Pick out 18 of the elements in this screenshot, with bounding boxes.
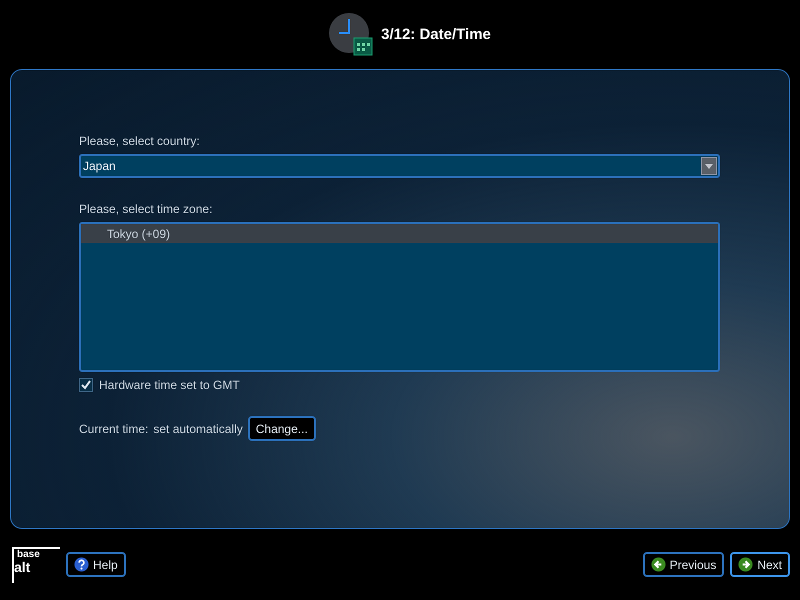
change-button[interactable]: Change...	[248, 416, 316, 441]
gmt-checkbox[interactable]	[79, 378, 93, 392]
country-dropdown[interactable]: Japan	[79, 154, 720, 178]
page-title: 3/12: Date/Time	[381, 26, 491, 43]
help-button[interactable]: Help	[66, 552, 126, 577]
gmt-label: Hardware time set to GMT	[99, 378, 240, 392]
check-icon	[81, 380, 91, 390]
help-icon	[74, 557, 89, 572]
current-time-label: Current time:	[79, 422, 148, 436]
timezone-item[interactable]: Tokyo (+09)	[81, 224, 718, 243]
dropdown-arrow-icon	[705, 164, 713, 168]
clock-calendar-icon	[329, 12, 374, 56]
current-time-value: set automatically	[153, 422, 243, 436]
previous-button[interactable]: Previous	[642, 552, 724, 577]
logo: base alt	[12, 546, 60, 582]
timezone-label: Please, select time zone:	[79, 202, 214, 216]
country-label: Please, select country:	[79, 134, 201, 148]
next-button[interactable]: Next	[730, 552, 790, 577]
